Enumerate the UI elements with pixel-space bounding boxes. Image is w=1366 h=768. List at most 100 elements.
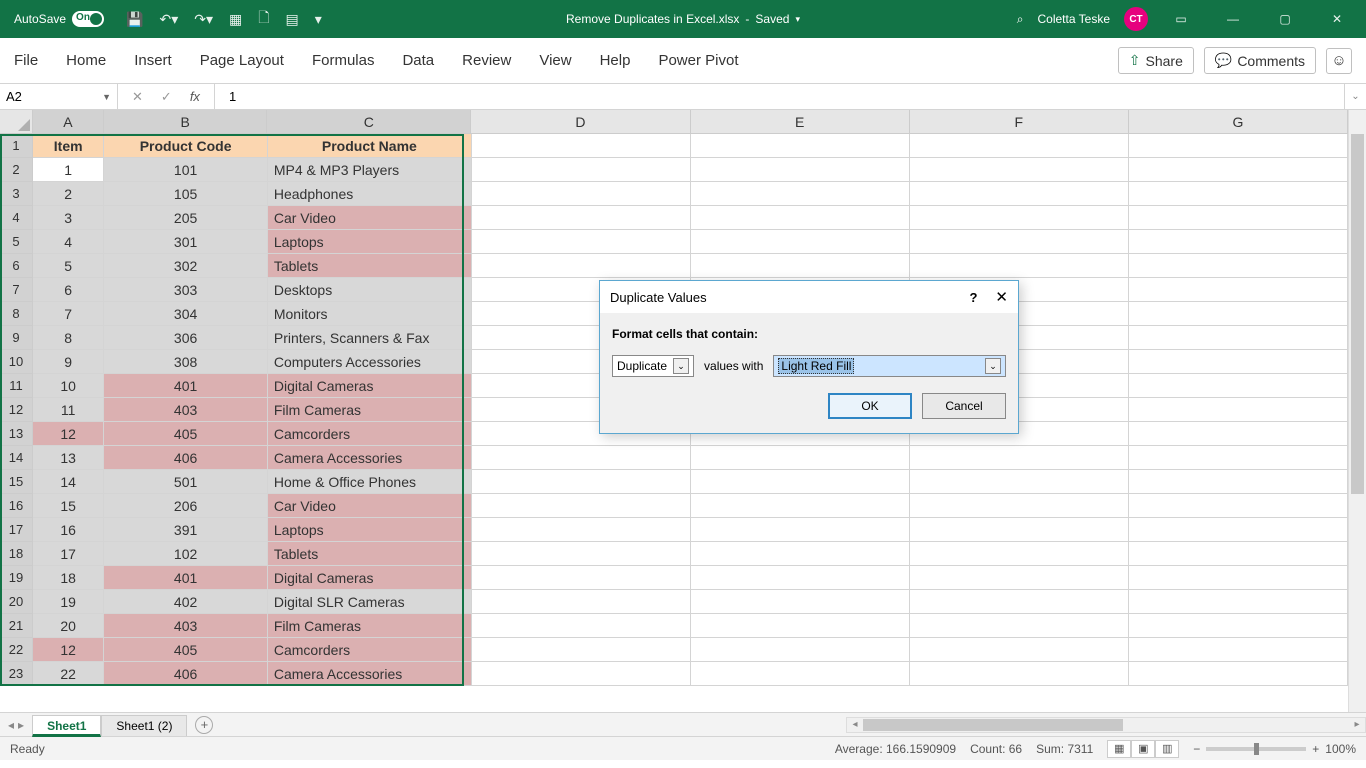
cell[interactable] (1129, 638, 1348, 662)
formula-input[interactable]: 1 (215, 89, 1344, 104)
cell[interactable] (910, 518, 1129, 542)
row-header[interactable]: 5 (0, 230, 33, 254)
row-header[interactable]: 10 (0, 350, 33, 374)
row-header[interactable]: 1 (0, 134, 33, 158)
row-header[interactable]: 22 (0, 638, 33, 662)
cell[interactable] (1129, 614, 1348, 638)
row-header[interactable]: 8 (0, 302, 33, 326)
redo-icon[interactable]: ↷▾ (194, 11, 213, 28)
cell[interactable]: 10 (33, 374, 104, 398)
duplicate-type-select[interactable]: Duplicate⌄ (612, 355, 694, 377)
close-icon[interactable]: ✕ (1318, 0, 1356, 38)
row-header[interactable]: 20 (0, 590, 33, 614)
cell[interactable] (1129, 326, 1348, 350)
column-header[interactable]: A (33, 110, 104, 134)
cell[interactable]: 405 (104, 422, 268, 446)
cell[interactable]: 501 (104, 470, 268, 494)
qat-icon[interactable]: ▤ (286, 11, 299, 28)
cell[interactable] (910, 614, 1129, 638)
row-header[interactable]: 13 (0, 422, 33, 446)
cell[interactable] (1129, 494, 1348, 518)
row-header[interactable]: 17 (0, 518, 33, 542)
header-cell[interactable]: Item (33, 134, 104, 158)
cell[interactable] (691, 662, 910, 686)
cell[interactable] (910, 470, 1129, 494)
vertical-scrollbar[interactable] (1348, 110, 1366, 712)
cell[interactable]: 406 (104, 446, 268, 470)
cell[interactable]: 308 (104, 350, 268, 374)
normal-view-icon[interactable]: ▦ (1107, 740, 1131, 758)
column-header[interactable]: D (471, 110, 690, 134)
cell[interactable] (910, 158, 1129, 182)
column-header[interactable]: B (104, 110, 267, 134)
prev-sheet-icon[interactable]: ◂ (8, 718, 14, 732)
cell[interactable]: 12 (33, 638, 104, 662)
sheet-tab[interactable]: Sheet1 (2) (101, 715, 187, 736)
cell[interactable] (910, 254, 1129, 278)
header-cell[interactable] (910, 134, 1129, 158)
cell[interactable] (1129, 590, 1348, 614)
autosave-toggle[interactable]: AutoSave On (14, 11, 104, 27)
dialog-close-icon[interactable]: ✕ (995, 288, 1008, 306)
username[interactable]: Coletta Teske (1038, 12, 1111, 26)
cell[interactable]: Headphones (268, 182, 472, 206)
cell[interactable]: 401 (104, 566, 268, 590)
cell[interactable]: Car Video (268, 494, 472, 518)
dialog-help-icon[interactable]: ? (969, 290, 977, 305)
format-select[interactable]: Light Red Fill⌄ (773, 355, 1006, 377)
column-header[interactable]: F (910, 110, 1129, 134)
cell[interactable]: Camcorders (268, 422, 472, 446)
ribbon-display-icon[interactable]: ▭ (1162, 0, 1200, 38)
column-header[interactable]: G (1129, 110, 1348, 134)
tab-help[interactable]: Help (600, 52, 631, 69)
cell[interactable]: Camcorders (268, 638, 472, 662)
row-header[interactable]: 11 (0, 374, 33, 398)
cell[interactable] (472, 542, 691, 566)
cell[interactable] (1129, 542, 1348, 566)
row-header[interactable]: 9 (0, 326, 33, 350)
add-sheet-button[interactable]: + (195, 716, 213, 734)
cell[interactable] (1129, 254, 1348, 278)
cell[interactable] (691, 566, 910, 590)
cell[interactable]: 303 (104, 278, 268, 302)
cell[interactable] (472, 158, 691, 182)
cell[interactable]: 2 (33, 182, 104, 206)
cell[interactable] (910, 590, 1129, 614)
cell[interactable]: 403 (104, 398, 268, 422)
cell[interactable]: Computers Accessories (268, 350, 472, 374)
undo-icon[interactable]: ↶▾ (159, 11, 178, 28)
cell[interactable] (472, 230, 691, 254)
page-break-view-icon[interactable]: ▥ (1155, 740, 1179, 758)
cell[interactable] (1129, 470, 1348, 494)
cell[interactable] (472, 566, 691, 590)
cell[interactable]: Tablets (268, 254, 472, 278)
header-cell[interactable] (691, 134, 910, 158)
cell[interactable]: Digital Cameras (268, 566, 472, 590)
cell[interactable]: 4 (33, 230, 104, 254)
cell[interactable]: 8 (33, 326, 104, 350)
cell[interactable]: MP4 & MP3 Players (268, 158, 472, 182)
cell[interactable]: 22 (33, 662, 104, 686)
cell[interactable] (691, 638, 910, 662)
cell[interactable] (691, 614, 910, 638)
cell[interactable] (472, 518, 691, 542)
comments-button[interactable]: 💬Comments (1204, 47, 1316, 74)
row-header[interactable]: 2 (0, 158, 33, 182)
cell[interactable]: 15 (33, 494, 104, 518)
zoom-level[interactable]: 100% (1325, 742, 1356, 756)
cell[interactable] (910, 662, 1129, 686)
cell[interactable]: Camera Accessories (268, 446, 472, 470)
cell[interactable]: 306 (104, 326, 268, 350)
tab-formulas[interactable]: Formulas (312, 52, 375, 69)
cell[interactable]: Printers, Scanners & Fax (268, 326, 472, 350)
cell[interactable] (1129, 278, 1348, 302)
cell[interactable] (472, 206, 691, 230)
cell[interactable] (472, 662, 691, 686)
select-all-corner[interactable] (0, 110, 33, 134)
cell[interactable]: 17 (33, 542, 104, 566)
row-header[interactable]: 14 (0, 446, 33, 470)
cell[interactable] (1129, 206, 1348, 230)
cell[interactable]: Digital SLR Cameras (268, 590, 472, 614)
cell[interactable] (1129, 662, 1348, 686)
fx-icon[interactable]: fx (190, 89, 200, 104)
